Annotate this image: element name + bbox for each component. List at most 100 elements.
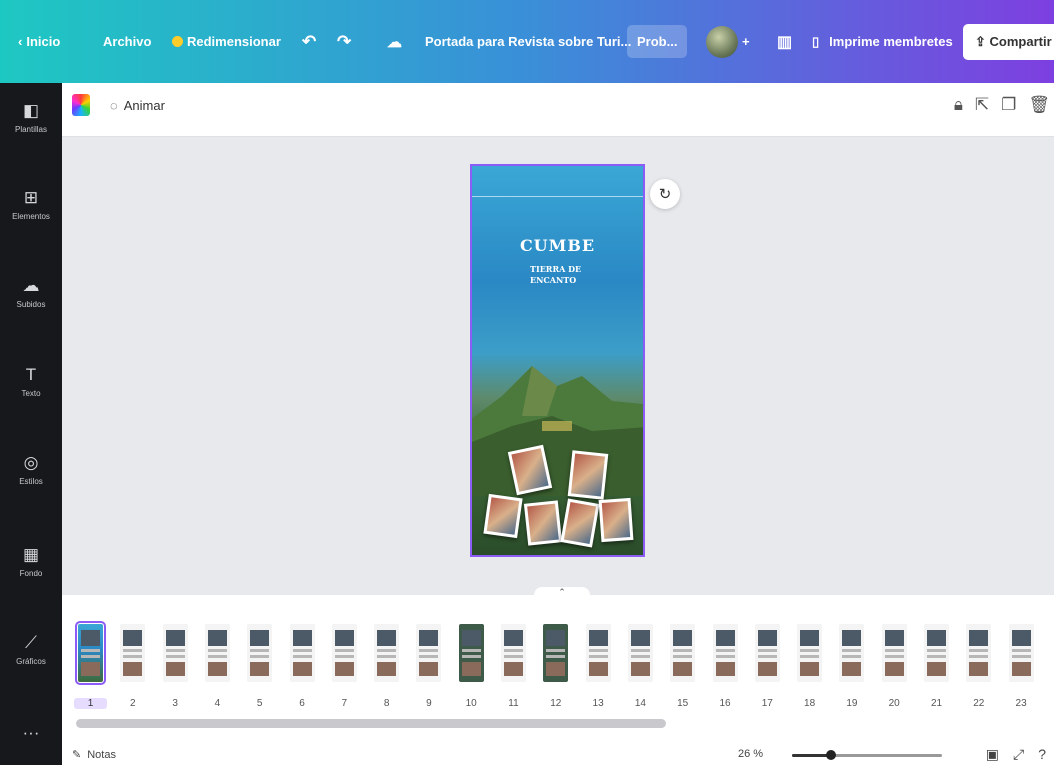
sidebar-item-label: Plantillas (14, 125, 47, 134)
filmstrip-scrollbar[interactable] (76, 719, 666, 728)
document-title-text: Portada para Revista sobre Turi... (425, 34, 632, 49)
thumbnail-image (670, 624, 696, 682)
page-thumbnail[interactable]: 13 (582, 620, 615, 709)
fullscreen-icon[interactable]: ⤢ (1013, 746, 1024, 763)
share-button[interactable]: ⇪ Compartir (963, 0, 1054, 83)
notes-button[interactable]: ✎ Notas (72, 748, 116, 762)
page-thumbnail[interactable]: 18 (793, 620, 826, 709)
help-icon[interactable]: ? (1038, 746, 1046, 763)
refresh-icon[interactable]: ↻ (650, 179, 680, 209)
app-window: ‹ Inicio Archivo Redimensionar ↶ ↷ ☁ Por… (0, 0, 1054, 765)
collage-photo[interactable] (523, 500, 563, 546)
color-picker-button[interactable] (72, 94, 90, 116)
bar-chart-icon[interactable]: ▥ (777, 0, 792, 83)
thumbnail-image (247, 624, 273, 682)
export-icon[interactable]: ⇱ (975, 95, 989, 115)
page-number: 12 (550, 698, 562, 709)
share-icon: ⇪ (975, 33, 986, 49)
duplicate-icon[interactable]: ❐ (1001, 95, 1016, 115)
horizon-line (472, 196, 643, 197)
page-thumbnail[interactable]: 11 (497, 620, 530, 709)
sidebar-item-more[interactable]: ··· (0, 723, 62, 747)
resize-button[interactable]: Redimensionar (172, 0, 281, 83)
animate-label: Animar (123, 98, 165, 113)
file-label: Archivo (103, 34, 152, 49)
page-thumbnail[interactable]: 5 (243, 620, 276, 709)
page-filmstrip: ⌃ 1 2 3 4 5 6 7 8 9 10 11 12 13 14 15 16 17 18 19 20 21 22 23 (62, 587, 1054, 745)
zoom-slider[interactable] (792, 750, 942, 760)
page-number: 22 (973, 698, 985, 709)
cover-title[interactable]: CUMBE (472, 236, 643, 255)
zoom-slider-knob[interactable] (826, 750, 836, 760)
page-thumbnail[interactable]: 1 (74, 620, 107, 709)
undo-icon[interactable]: ↶ (302, 0, 316, 83)
trash-icon[interactable]: 🗑︎ (1028, 95, 1050, 115)
page-thumbnail[interactable]: 12 (539, 620, 572, 709)
page-number: 11 (508, 698, 519, 709)
cover-subtitle[interactable]: TIERRA DE ENCANTO (530, 264, 581, 286)
page-thumbnail[interactable]: 16 (709, 620, 742, 709)
page-thumbnail[interactable]: 17 (751, 620, 784, 709)
page-number: 3 (172, 698, 178, 709)
animate-button[interactable]: ◌ Animar (110, 98, 165, 113)
page-thumbnail[interactable]: 6 (286, 620, 319, 709)
more-icon: ··· (22, 723, 40, 742)
redo-icon[interactable]: ↷ (337, 0, 351, 83)
collage-photo[interactable] (560, 498, 600, 548)
page-thumbnail[interactable]: 7 (328, 620, 361, 709)
sidebar-item-background[interactable]: ▦ Fondo (0, 545, 62, 578)
cloud-check-icon[interactable]: ☁ (387, 0, 402, 83)
lock-icon[interactable]: 🔒︎ (954, 95, 963, 115)
thumbnail-image (627, 624, 653, 682)
page-view-icon[interactable]: ▣ (986, 746, 999, 763)
sidebar-item-text[interactable]: T Texto (0, 365, 62, 398)
thumbnail-image (458, 624, 484, 682)
page-thumbnail[interactable]: 15 (666, 620, 699, 709)
page-thumbnail[interactable]: 3 (159, 620, 192, 709)
page-thumbnail[interactable]: 8 (370, 620, 403, 709)
page-number: 19 (846, 698, 858, 709)
thumbnail-image (966, 624, 992, 682)
notes-icon: ✎ (72, 749, 82, 761)
thumbnail-image (374, 624, 400, 682)
thumbnail-image (501, 624, 526, 682)
sidebar-item-uploads[interactable]: ☁ Subidos (0, 276, 62, 309)
text-icon: T (25, 365, 37, 384)
page-thumbnail[interactable]: 4 (201, 620, 234, 709)
sidebar-item-elements[interactable]: ⊞ Elementos (0, 188, 62, 221)
sidebar-item-styles[interactable]: ◎ Estilos (0, 453, 62, 486)
design-canvas: CUMBE TIERRA DE ENCANTO ↻ (62, 137, 1054, 595)
page-thumbnail[interactable]: 9 (412, 620, 445, 709)
sidebar-item-templates[interactable]: ◧ Plantillas (0, 101, 62, 134)
page-thumbnail[interactable]: 21 (920, 620, 953, 709)
collage-photo[interactable] (567, 450, 609, 500)
page-thumbnail[interactable]: 19 (835, 620, 868, 709)
resize-label: Redimensionar (187, 34, 281, 49)
page-number: 8 (383, 698, 390, 709)
page-thumbnail[interactable]: 10 (455, 620, 488, 709)
file-menu-button[interactable]: Archivo (103, 0, 151, 83)
sidebar-item-charts[interactable]: ⟋ Gráficos (0, 633, 62, 666)
top-bar: ‹ Inicio Archivo Redimensionar ↶ ↷ ☁ Por… (0, 0, 1054, 83)
thumbnail-image (75, 621, 106, 685)
page-thumbnail[interactable]: 20 (878, 620, 911, 709)
design-page[interactable]: CUMBE TIERRA DE ENCANTO (470, 164, 645, 557)
avatar (706, 25, 738, 58)
page-number: 5 (256, 698, 263, 709)
team-avatar[interactable]: + (706, 0, 750, 83)
add-member-icon[interactable]: + (742, 34, 750, 49)
collage-photo[interactable] (598, 497, 634, 543)
pro-pill[interactable]: Prob... (627, 0, 688, 83)
document-title[interactable]: Portada para Revista sobre Turi... (425, 0, 631, 83)
view-controls: ▣ ⤢ ? (986, 746, 1046, 763)
page-thumbnail[interactable]: 23 (1005, 620, 1038, 709)
collapse-handle[interactable]: ⌃ (534, 587, 590, 603)
page-thumbnail[interactable]: 2 (116, 620, 149, 709)
thumbnail-image (416, 624, 442, 682)
collage-photo[interactable] (483, 493, 523, 539)
page-thumbnail[interactable]: 22 (962, 620, 995, 709)
elements-icon: ⊞ (23, 188, 39, 207)
page-thumbnail[interactable]: 14 (624, 620, 657, 709)
print-button[interactable]: ▯ Imprime membretes (812, 0, 953, 83)
home-button[interactable]: ‹ Inicio (18, 0, 60, 83)
